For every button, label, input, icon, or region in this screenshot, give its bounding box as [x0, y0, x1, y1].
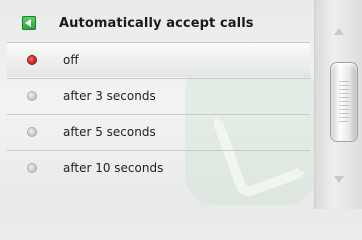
scroll-thumb[interactable] — [331, 63, 357, 141]
option-after-10-seconds[interactable]: after 10 seconds — [7, 150, 310, 185]
radio-selected-icon[interactable] — [28, 56, 36, 64]
header: Automatically accept calls — [7, 6, 310, 42]
option-after-3-seconds[interactable]: after 3 seconds — [7, 78, 310, 113]
option-label: off — [63, 53, 79, 67]
scroll-up-arrow-icon[interactable] — [321, 8, 357, 54]
radio-unselected-icon[interactable] — [28, 164, 36, 172]
page-title: Automatically accept calls — [59, 16, 254, 31]
option-off[interactable]: off — [7, 42, 310, 77]
option-label: after 10 seconds — [63, 161, 164, 175]
radio-unselected-icon[interactable] — [28, 92, 36, 100]
option-label: after 3 seconds — [63, 89, 156, 103]
radio-unselected-icon[interactable] — [28, 128, 36, 136]
scrollbar[interactable] — [314, 0, 362, 209]
back-arrow-icon[interactable] — [22, 16, 36, 30]
settings-screen: Automatically accept calls off after 3 s… — [0, 0, 362, 209]
scroll-down-arrow-icon[interactable] — [321, 156, 357, 202]
options-panel: Automatically accept calls off after 3 s… — [7, 6, 310, 203]
option-label: after 5 seconds — [63, 125, 156, 139]
option-after-5-seconds[interactable]: after 5 seconds — [7, 114, 310, 149]
